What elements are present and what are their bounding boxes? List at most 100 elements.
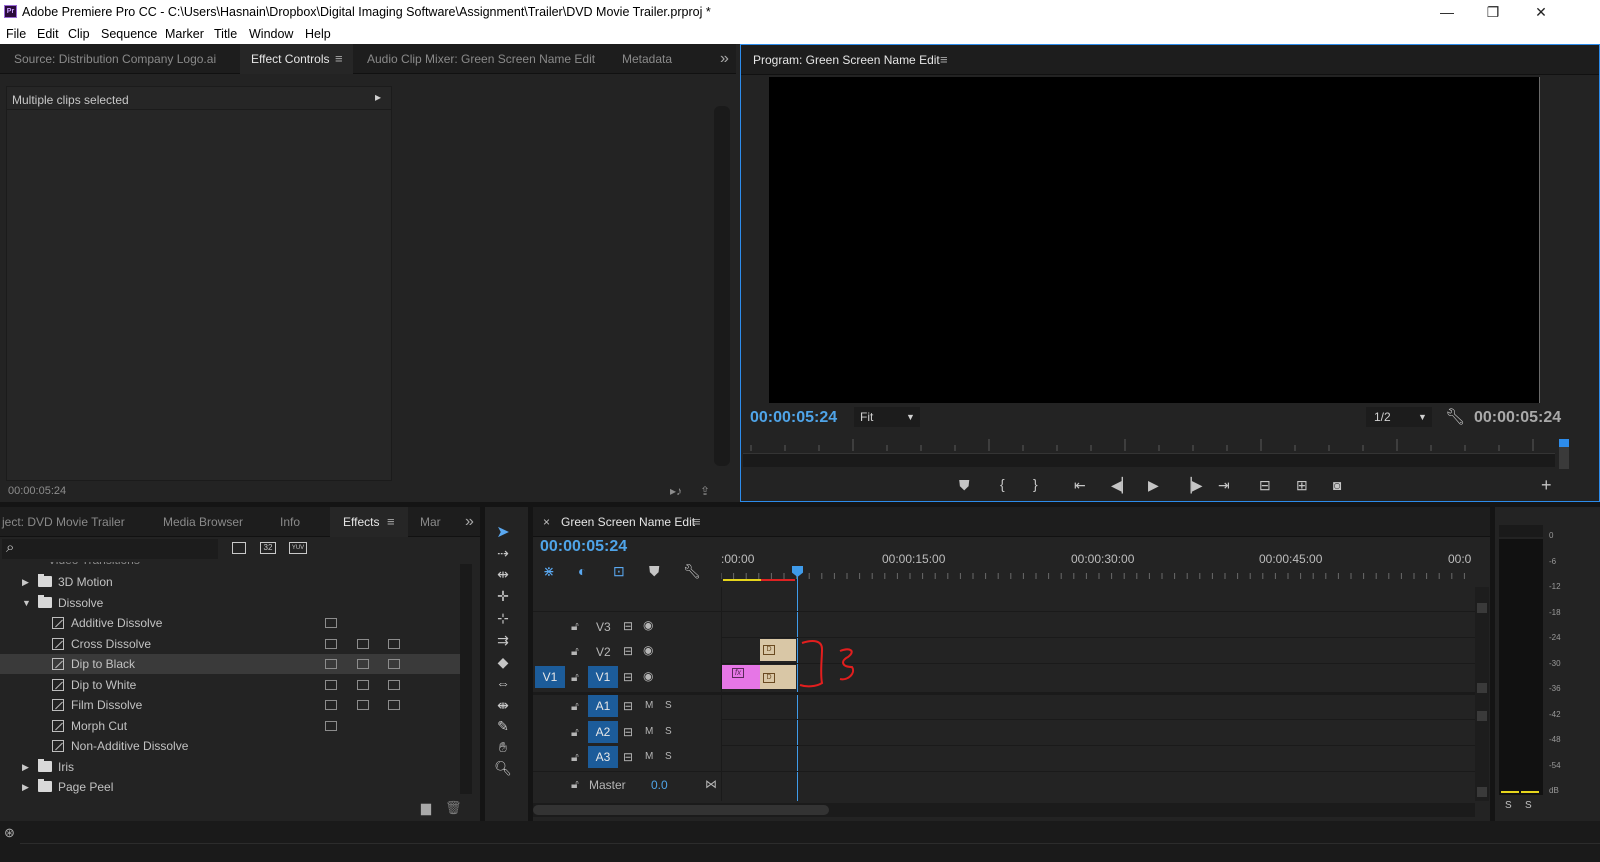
yuv-filter-icon[interactable]: YUV bbox=[289, 542, 307, 554]
play-icon[interactable]: ▶ bbox=[1148, 477, 1159, 494]
menu-marker[interactable]: Marker bbox=[165, 27, 204, 41]
hand-tool-icon[interactable]: ✋︎ bbox=[485, 739, 521, 756]
timeline-vertical-scrollbar[interactable] bbox=[1475, 587, 1489, 801]
eye-icon[interactable]: ◉ bbox=[643, 643, 653, 657]
razor-tool-icon[interactable]: ◆ bbox=[485, 654, 521, 671]
slip-tool-icon[interactable]: ⇔ bbox=[485, 675, 521, 691]
lock-icon[interactable]: 🔓︎ bbox=[571, 670, 579, 685]
track-target-a1[interactable]: A1 bbox=[588, 695, 618, 717]
effect-item-row[interactable]: Film Dissolve bbox=[0, 695, 460, 715]
effects-folder-row[interactable]: ▼ Dissolve bbox=[0, 593, 460, 613]
tab-source[interactable]: Source: Distribution Company Logo.ai bbox=[14, 44, 216, 74]
lock-icon[interactable]: 🔓︎ bbox=[571, 699, 579, 714]
ripple-edit-tool-icon[interactable]: ⇹ bbox=[485, 566, 521, 583]
track-target-a2[interactable]: A2 bbox=[588, 721, 618, 743]
resolution-dropdown[interactable]: 1/2 ▼ bbox=[1366, 407, 1432, 427]
rate-stretch-alt-icon[interactable]: ⇉ bbox=[485, 632, 521, 649]
menu-sequence[interactable]: Sequence bbox=[101, 27, 157, 41]
solo-right-button[interactable]: S bbox=[1525, 800, 1532, 811]
expand-arrow-icon[interactable]: ▸ bbox=[375, 90, 381, 104]
tab-metadata[interactable]: Metadata bbox=[622, 44, 672, 74]
solo-button[interactable]: S bbox=[665, 726, 672, 737]
lift-icon[interactable]: ⊟ bbox=[1259, 477, 1271, 494]
filter-audio-icon[interactable]: ▸♪ bbox=[670, 484, 682, 498]
timeline-timecode[interactable]: 00:00:05:24 bbox=[540, 538, 627, 556]
sequence-tab[interactable]: Green Screen Name Edit bbox=[561, 507, 695, 537]
panel-menu-icon[interactable]: ≡ bbox=[335, 44, 343, 74]
tab-media-browser[interactable]: Media Browser bbox=[163, 507, 243, 537]
go-to-in-out-icon[interactable]: ⋈ bbox=[705, 777, 717, 791]
effects-scrollbar[interactable] bbox=[460, 564, 472, 794]
more-tabs-icon[interactable]: » bbox=[720, 44, 729, 74]
tab-markers[interactable]: Mar bbox=[420, 507, 441, 537]
accelerated-effects-filter-icon[interactable] bbox=[232, 542, 246, 554]
step-forward-icon[interactable]: ▕▶︎ bbox=[1181, 477, 1203, 494]
eye-icon[interactable]: ◉ bbox=[643, 618, 653, 632]
solo-button[interactable]: S bbox=[665, 700, 672, 711]
linked-selection-icon[interactable]: ◐ bbox=[578, 563, 586, 579]
menu-clip[interactable]: Clip bbox=[68, 27, 90, 41]
tab-effect-controls[interactable]: Effect Controls bbox=[251, 44, 329, 74]
menu-title[interactable]: Title bbox=[214, 27, 237, 41]
sync-lock-icon[interactable]: ⊟ bbox=[623, 725, 633, 739]
lock-icon[interactable]: 🔓︎ bbox=[571, 644, 579, 659]
zoom-tool-icon[interactable]: 🔍︎ bbox=[485, 760, 521, 777]
menu-window[interactable]: Window bbox=[249, 27, 293, 41]
snap-icon[interactable]: ⋇ bbox=[543, 563, 555, 580]
restore-button[interactable]: ❐ bbox=[1470, 0, 1516, 24]
mute-button[interactable]: M bbox=[645, 751, 653, 762]
timeline-horizontal-scrollbar[interactable] bbox=[533, 803, 1475, 817]
add-marker-icon[interactable]: ⛊ bbox=[959, 477, 970, 494]
sync-lock-icon[interactable]: ⊟ bbox=[623, 619, 633, 633]
mark-in-icon[interactable]: { bbox=[1000, 476, 1005, 492]
effect-item-row[interactable]: Non-Additive Dissolve bbox=[0, 736, 460, 756]
program-timecode-current[interactable]: 00:00:05:24 bbox=[750, 409, 837, 427]
effects-folder-row[interactable]: ▶ Iris bbox=[0, 757, 460, 777]
step-back-icon[interactable]: ◀︎▏ bbox=[1111, 477, 1133, 494]
add-button-icon[interactable]: + bbox=[1541, 475, 1552, 496]
effects-folder-row[interactable]: ▶ 3D Motion bbox=[0, 572, 460, 592]
effect-item-row[interactable]: Morph Cut bbox=[0, 716, 460, 736]
go-to-out-icon[interactable]: ⇥ bbox=[1218, 477, 1230, 494]
eye-icon[interactable]: ◉ bbox=[643, 669, 653, 683]
slide-tool-icon[interactable]: ⇼ bbox=[485, 697, 521, 714]
vertical-scrollbar[interactable] bbox=[714, 106, 730, 466]
camera-icon[interactable]: ◙ bbox=[1333, 477, 1341, 493]
master-volume-value[interactable]: 0.0 bbox=[651, 778, 668, 792]
sync-lock-icon[interactable]: ⊟ bbox=[623, 644, 633, 658]
lock-icon[interactable]: 🔓︎ bbox=[571, 619, 579, 634]
clip-v1-tan[interactable]: D bbox=[760, 665, 796, 689]
mark-out-icon[interactable]: } bbox=[1033, 476, 1038, 492]
add-marker-icon[interactable]: ⛊ bbox=[649, 563, 660, 580]
panel-menu-icon[interactable]: ≡ bbox=[387, 507, 395, 537]
selection-tool-icon[interactable]: ➤ bbox=[485, 522, 521, 542]
lock-icon[interactable]: 🔓︎ bbox=[571, 725, 579, 740]
timeline-ruler[interactable]: :00:00 00:00:15:00 00:00:30:00 00:00:45:… bbox=[721, 545, 1475, 585]
more-tabs-icon[interactable]: » bbox=[465, 507, 474, 537]
program-video-frame[interactable] bbox=[769, 77, 1539, 403]
rate-stretch-tool-icon[interactable]: ⊹ bbox=[485, 610, 521, 627]
tab-audio-clip-mixer[interactable]: Audio Clip Mixer: Green Screen Name Edit bbox=[367, 44, 595, 74]
track-target-a3[interactable]: A3 bbox=[588, 746, 618, 768]
track-target-v1[interactable]: V1 bbox=[588, 666, 618, 688]
clip-v2[interactable]: D bbox=[760, 639, 796, 661]
sync-lock-icon[interactable]: ⊟ bbox=[623, 670, 633, 684]
tab-effects[interactable]: Effects bbox=[343, 507, 379, 537]
minimize-button[interactable]: — bbox=[1424, 0, 1470, 24]
chevron-down-icon[interactable]: ▼ bbox=[22, 593, 31, 613]
program-time-ruler[interactable] bbox=[741, 437, 1561, 451]
menu-file[interactable]: File bbox=[6, 27, 26, 41]
panel-menu-icon[interactable]: ≡ bbox=[940, 45, 948, 75]
close-button[interactable]: ✕ bbox=[1518, 0, 1564, 24]
solo-button[interactable]: S bbox=[665, 751, 672, 762]
lock-icon[interactable]: 🔓︎ bbox=[571, 750, 579, 765]
creative-cloud-icon[interactable]: ⊛ bbox=[4, 825, 15, 841]
program-monitor-title[interactable]: Program: Green Screen Name Edit bbox=[753, 45, 940, 75]
wrench-icon[interactable]: 🔧︎ bbox=[683, 563, 701, 580]
chevron-right-icon[interactable]: ▶ bbox=[22, 757, 29, 777]
menu-help[interactable]: Help bbox=[305, 27, 331, 41]
effect-item-row[interactable]: Dip to Black bbox=[0, 654, 460, 674]
new-folder-icon[interactable]: ▆ bbox=[421, 800, 431, 816]
track-area[interactable]: D fx D bbox=[721, 587, 1476, 801]
sync-lock-icon[interactable]: ⊟ bbox=[623, 699, 633, 713]
